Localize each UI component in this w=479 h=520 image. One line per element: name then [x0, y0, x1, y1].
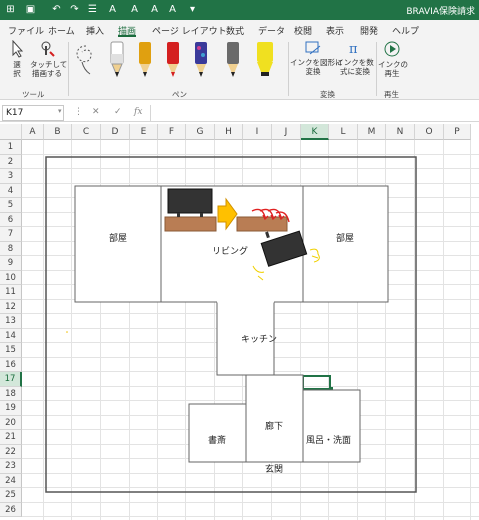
bath-box[interactable]: [302, 389, 361, 463]
bath-label: 風呂・洗面: [306, 434, 351, 446]
tv-stand-before[interactable]: [164, 216, 217, 232]
hallway-box[interactable]: [245, 374, 304, 463]
tv-before-foot-left: [177, 213, 180, 217]
floor-plan-drawing: 部屋 リビング 部屋 キッチン 書斎 廊下 風呂・洗面 玄関: [45, 156, 417, 493]
living-label: リビング: [212, 245, 248, 257]
study-label: 書斎: [208, 434, 226, 446]
study-box[interactable]: [188, 403, 247, 463]
room-right-box[interactable]: [302, 185, 389, 303]
tv-before-foot-right: [200, 213, 203, 217]
tv-stand-after[interactable]: [236, 216, 288, 232]
room-right-label: 部屋: [336, 232, 354, 244]
room-left-label: 部屋: [109, 232, 127, 244]
kitchen-label: キッチン: [241, 334, 277, 345]
stray-ink-dot: [66, 331, 68, 333]
entrance-label: 玄関: [265, 463, 283, 475]
hallway-label: 廊下: [265, 420, 283, 432]
room-left-box[interactable]: [74, 185, 162, 303]
tv-before[interactable]: [167, 188, 213, 214]
